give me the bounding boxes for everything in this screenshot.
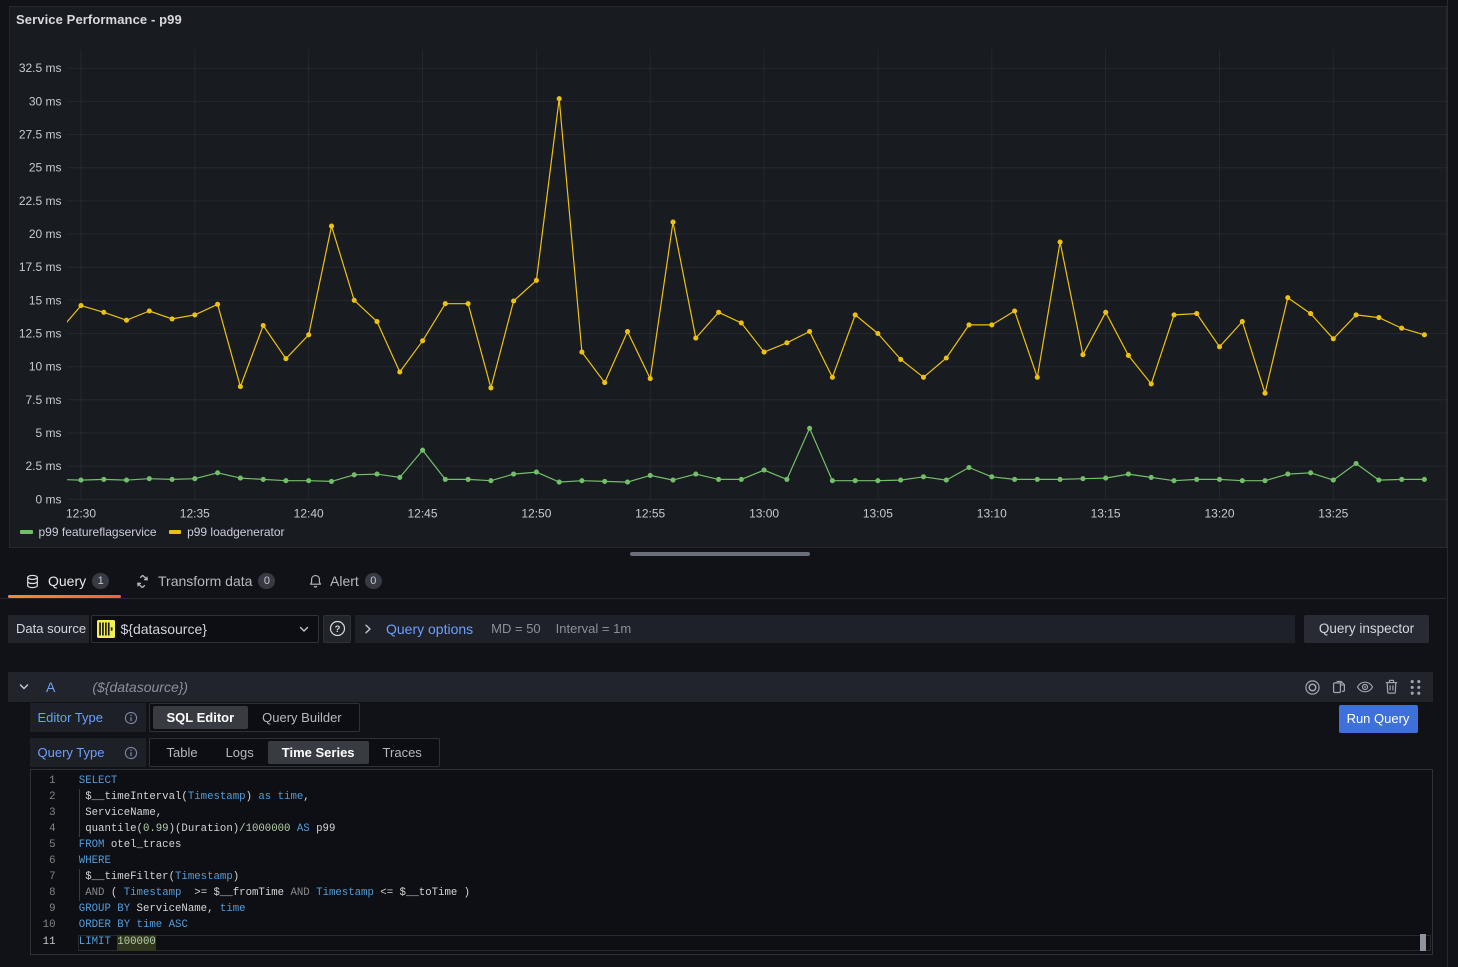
svg-text:12:35: 12:35 [180,507,210,521]
svg-text:15 ms: 15 ms [29,293,62,307]
svg-text:2.5 ms: 2.5 ms [25,459,61,473]
svg-text:20 ms: 20 ms [29,227,62,241]
svg-text:5 ms: 5 ms [35,426,61,440]
svg-text:7.5 ms: 7.5 ms [25,393,61,407]
svg-text:?: ? [334,624,340,635]
svg-text:13:25: 13:25 [1318,507,1348,521]
svg-text:12:45: 12:45 [407,507,437,521]
svg-text:13:10: 13:10 [977,507,1007,521]
svg-text:10 ms: 10 ms [29,360,62,374]
svg-text:12:55: 12:55 [635,507,665,521]
svg-text:13:15: 13:15 [1091,507,1121,521]
svg-text:13:05: 13:05 [863,507,893,521]
svg-text:27.5 ms: 27.5 ms [19,128,62,142]
svg-text:25 ms: 25 ms [29,161,62,175]
svg-text:12:40: 12:40 [294,507,324,521]
svg-text:12:30: 12:30 [66,507,96,521]
svg-text:12.5 ms: 12.5 ms [19,327,62,341]
svg-text:30 ms: 30 ms [29,94,62,108]
svg-text:22.5 ms: 22.5 ms [19,194,62,208]
svg-text:32.5 ms: 32.5 ms [19,61,62,75]
svg-text:17.5 ms: 17.5 ms [19,260,62,274]
svg-text:12:50: 12:50 [521,507,551,521]
svg-text:0 ms: 0 ms [35,492,61,506]
svg-text:13:00: 13:00 [749,507,779,521]
svg-text:13:20: 13:20 [1204,507,1234,521]
